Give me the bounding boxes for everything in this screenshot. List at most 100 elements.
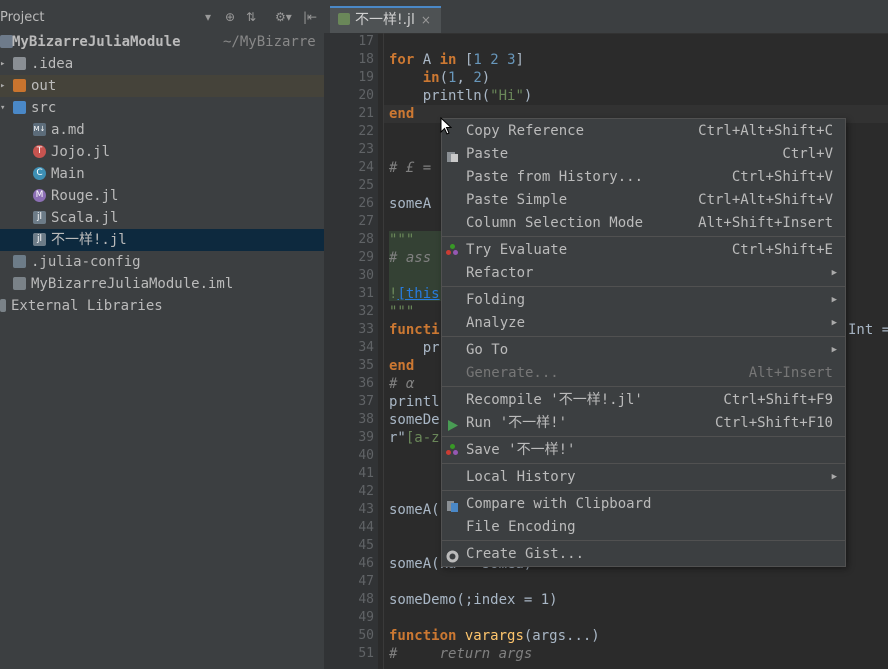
menu-item-compare-with-clipboard[interactable]: Compare with Clipboard — [442, 493, 845, 516]
julia-file-icon: jl — [33, 211, 46, 224]
folder-icon — [13, 57, 26, 70]
tree-item-a-md[interactable]: M↓ a.md — [0, 119, 324, 141]
line-number: 27 — [358, 214, 374, 229]
menu-item-generate[interactable]: Generate... Alt+Insert — [442, 362, 845, 385]
source-folder-icon — [13, 101, 26, 114]
code-line-21[interactable]: end — [389, 105, 414, 123]
line-number: 47 — [358, 574, 374, 589]
line-number: 33 — [358, 322, 374, 337]
code-line-34[interactable]: pr — [389, 339, 440, 357]
line-number: 18 — [358, 52, 374, 67]
line-number: 21 — [358, 106, 374, 121]
menu-item-create-gist[interactable]: Create Gist... — [442, 543, 845, 566]
tree-item-label: a.md — [51, 122, 85, 138]
menu-item-local-history[interactable]: Local History ▶ — [442, 466, 845, 489]
line-number: 43 — [358, 502, 374, 517]
project-tree: ▾ MyBizarreJuliaModule ~/MyBizarre ▸ .id… — [0, 31, 324, 317]
editor-tab[interactable]: 不一样!.jl × — [330, 6, 441, 33]
code-line-38[interactable]: someDe — [389, 411, 440, 429]
code-line-32[interactable]: """ — [389, 303, 414, 321]
menu-item-paste-simple[interactable]: Paste Simple Ctrl+Alt+Shift+V — [442, 189, 845, 212]
line-number: 42 — [358, 484, 374, 499]
project-panel-header: Project ▾ ⊕ ⇅ ⚙▾ |⇤ — [0, 8, 324, 30]
tree-item-julia-config[interactable]: .julia-config — [0, 251, 324, 273]
menu-item-run[interactable]: Run '不一样!' Ctrl+Shift+F10 — [442, 412, 845, 435]
project-panel-title[interactable]: Project — [0, 10, 44, 25]
tree-item-main[interactable]: C Main — [0, 163, 324, 185]
tree-item-out[interactable]: ▸ out — [0, 75, 324, 97]
scroll-from-source-icon[interactable]: ⊕ — [225, 10, 235, 24]
submenu-arrow-icon: ▶ — [831, 318, 837, 328]
code-line-50[interactable]: function varargs(args...) — [389, 627, 600, 645]
root-module-name: MyBizarreJuliaModule — [12, 34, 181, 50]
tree-item-iml[interactable]: MyBizarreJuliaModule.iml — [0, 273, 324, 295]
menu-item-refactor[interactable]: Refactor ▶ — [442, 262, 845, 285]
menu-item-analyze[interactable]: Analyze ▶ — [442, 312, 845, 335]
menu-separator — [442, 436, 845, 437]
code-line-43[interactable]: someA( — [389, 501, 440, 519]
code-line-35[interactable]: end — [389, 357, 414, 375]
code-line-51[interactable]: # return args — [389, 645, 532, 663]
code-line-37[interactable]: printl — [389, 393, 440, 411]
menu-separator — [442, 286, 845, 287]
tree-item-buyiyang[interactable]: jl 不一样!.jl — [0, 229, 324, 251]
menu-separator — [442, 236, 845, 237]
code-line-28[interactable]: """ — [389, 231, 414, 249]
menu-separator — [442, 336, 845, 337]
julia-file-icon: jl — [33, 233, 46, 246]
tree-item-idea[interactable]: ▸ .idea — [0, 53, 324, 75]
mouse-cursor-icon — [440, 117, 452, 135]
line-number: 48 — [358, 592, 374, 607]
line-number: 40 — [358, 448, 374, 463]
line-number: 38 — [358, 412, 374, 427]
menu-item-column-selection-mode[interactable]: Column Selection Mode Alt+Shift+Insert — [442, 212, 845, 235]
code-line-24[interactable]: # £ = — [389, 159, 440, 177]
gutter-separator — [383, 33, 384, 669]
line-number: 26 — [358, 196, 374, 211]
run-icon — [446, 417, 459, 431]
code-line-33-right[interactable]: Int = — [848, 321, 888, 339]
menu-item-save[interactable]: Save '不一样!' — [442, 439, 845, 462]
line-number: 17 — [358, 34, 374, 49]
menu-item-paste[interactable]: Paste Ctrl+V — [442, 143, 845, 166]
code-line-18[interactable]: for A in [1 2 3] — [389, 51, 524, 69]
code-line-36[interactable]: # α — [389, 375, 414, 393]
menu-item-folding[interactable]: Folding ▶ — [442, 289, 845, 312]
code-line-33[interactable]: functi — [389, 321, 440, 339]
tree-item-scala[interactable]: jl Scala.jl — [0, 207, 324, 229]
tree-item-rouge[interactable]: M Rouge.jl — [0, 185, 324, 207]
menu-item-go-to[interactable]: Go To ▶ — [442, 339, 845, 362]
menu-item-copy-reference[interactable]: Copy Reference Ctrl+Alt+Shift+C — [442, 120, 845, 143]
code-line-29[interactable]: # ass — [389, 249, 431, 267]
tree-item-label: Jojo.jl — [51, 144, 111, 160]
github-icon — [446, 548, 459, 563]
project-view-dropdown-icon[interactable]: ▾ — [205, 10, 211, 24]
settings-gear-icon[interactable]: ⚙▾ — [275, 10, 292, 24]
code-line-20[interactable]: println("Hi") — [389, 87, 533, 105]
code-line-39[interactable]: r"[a-z — [389, 429, 440, 447]
code-line-26[interactable]: someA — [389, 195, 431, 213]
hide-panel-icon[interactable]: |⇤ — [303, 10, 317, 24]
tree-item-label: Main — [51, 166, 85, 182]
menu-item-paste-from-history[interactable]: Paste from History... Ctrl+Shift+V — [442, 166, 845, 189]
menu-item-file-encoding[interactable]: File Encoding — [442, 516, 845, 539]
line-number: 39 — [358, 430, 374, 445]
close-tab-icon[interactable]: × — [421, 13, 431, 27]
project-panel: Project ▾ ⊕ ⇅ ⚙▾ |⇤ ▾ MyBizarreJuliaModu… — [0, 0, 324, 669]
tree-item-jojo[interactable]: T Jojo.jl — [0, 141, 324, 163]
menu-item-try-evaluate[interactable]: Try Evaluate Ctrl+Shift+E — [442, 239, 845, 262]
excluded-folder-icon — [13, 79, 26, 92]
submenu-arrow-icon: ▶ — [831, 268, 837, 278]
code-line-31[interactable]: ![this — [389, 285, 440, 303]
class-file-icon: C — [33, 167, 46, 180]
tree-item-external-libraries[interactable]: External Libraries — [0, 295, 324, 317]
tree-item-src[interactable]: ▾ src — [0, 97, 324, 119]
collapse-all-icon[interactable]: ⇅ — [246, 10, 256, 24]
paste-icon — [446, 148, 459, 162]
code-line-48[interactable]: someDemo(;index = 1) — [389, 591, 558, 609]
library-icon — [0, 299, 6, 312]
tree-root-module[interactable]: ▾ MyBizarreJuliaModule ~/MyBizarre — [0, 31, 324, 53]
menu-item-recompile[interactable]: Recompile '不一样!.jl' Ctrl+Shift+F9 — [442, 389, 845, 412]
code-line-19[interactable]: in(1, 2) — [389, 69, 490, 87]
compare-icon — [446, 498, 459, 512]
